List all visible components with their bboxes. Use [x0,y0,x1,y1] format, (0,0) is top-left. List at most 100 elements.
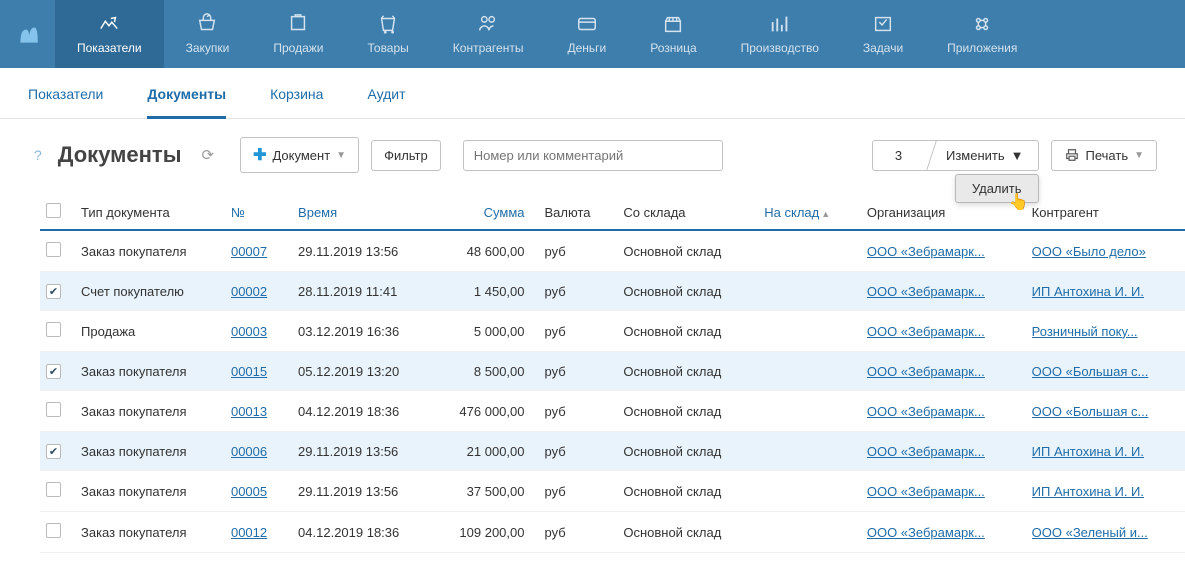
org-link[interactable]: ООО «Зебрамарк... [867,444,987,459]
col-sum[interactable]: Сумма [433,195,535,230]
top-nav: Показатели ЗакупкиПродажиТоварыКонтрагент… [0,0,1185,68]
counterparty-link[interactable]: Розничный поку... [1032,324,1152,339]
table-row[interactable]: Заказ покупателя0001204.12.2019 18:36109… [40,512,1185,553]
cell-type: Заказ покупателя [71,512,221,553]
counterparty-link[interactable]: ООО «Большая с... [1032,364,1152,379]
counterparty-link[interactable]: ИП Антохина И. И. [1032,484,1152,499]
col-from-warehouse[interactable]: Со склада [613,195,754,230]
table-row[interactable]: Заказ покупателя0001304.12.2019 18:36476… [40,391,1185,432]
subtab-3[interactable]: Аудит [367,86,405,118]
cell-time: 04.12.2019 18:36 [288,512,433,553]
nav-item-1[interactable]: Закупки [164,0,252,68]
cell-sum: 5 000,00 [433,311,535,352]
row-checkbox[interactable] [46,242,61,257]
search-input[interactable] [463,140,723,171]
nav-label: Розница [650,41,696,55]
nav-item-8[interactable]: Задачи [841,0,925,68]
delete-menu-item[interactable]: Удалить [955,174,1039,203]
subtab-1[interactable]: Документы [147,86,226,119]
row-checkbox[interactable] [46,322,61,337]
sub-tabs: Показатели Документы Корзина Аудит [0,68,1185,119]
filter-button[interactable]: Фильтр [371,140,441,171]
table-row[interactable]: Продажа0000303.12.2019 16:365 000,00рубО… [40,311,1185,352]
row-checkbox[interactable] [46,523,61,538]
subtab-2[interactable]: Корзина [270,86,323,118]
cell-time: 29.11.2019 13:56 [288,471,433,512]
doc-number-link[interactable]: 00003 [231,324,267,339]
print-button[interactable]: Печать ▼ [1051,140,1158,171]
cell-number: 00005 [221,471,288,512]
nav-item-0[interactable]: Показатели [55,0,164,68]
sort-indicator-icon: ▲ [821,209,830,219]
col-currency[interactable]: Валюта [535,195,614,230]
cell-to-warehouse [754,391,857,432]
table-row[interactable]: Счет покупателю0000228.11.2019 11:411 45… [40,272,1185,311]
org-link[interactable]: ООО «Зебрамарк... [867,284,987,299]
cell-from-warehouse: Основной склад [613,391,754,432]
nav-item-7[interactable]: Производство [719,0,841,68]
org-link[interactable]: ООО «Зебрамарк... [867,525,987,540]
caret-down-icon: ▼ [1011,148,1024,163]
org-link[interactable]: ООО «Зебрамарк... [867,244,987,259]
nav-label: Задачи [863,41,903,55]
doc-number-link[interactable]: 00013 [231,404,267,419]
selection-actions: 3 Изменить ▼ Удалить 👆 [872,140,1039,171]
col-number[interactable]: № [221,195,288,230]
refresh-icon[interactable]: ⟳ [202,146,215,164]
row-checkbox[interactable] [46,444,61,459]
cell-counterparty: ИП Антохина И. И. [1022,272,1185,311]
change-button[interactable]: Изменить ▼ [924,140,1039,171]
app-logo[interactable] [0,0,55,68]
cell-currency: руб [535,230,614,272]
counterparty-link[interactable]: ООО «Было дело» [1032,244,1152,259]
doc-number-link[interactable]: 00005 [231,484,267,499]
cell-sum: 1 450,00 [433,272,535,311]
select-all-checkbox[interactable] [46,203,61,218]
table-row[interactable]: Заказ покупателя0000529.11.2019 13:5637 … [40,471,1185,512]
table-row[interactable]: Заказ покупателя0000729.11.2019 13:5648 … [40,230,1185,272]
counterparty-link[interactable]: ООО «Большая с... [1032,404,1152,419]
counterparty-link[interactable]: ООО «Зеленый и... [1032,525,1152,540]
nav-icon [872,13,894,35]
col-to-warehouse[interactable]: На склад▲ [754,195,857,230]
org-link[interactable]: ООО «Зебрамарк... [867,324,987,339]
org-link[interactable]: ООО «Зебрамарк... [867,404,987,419]
cell-currency: руб [535,471,614,512]
nav-item-6[interactable]: Розница [628,0,718,68]
org-link[interactable]: ООО «Зебрамарк... [867,364,987,379]
nav-item-4[interactable]: Контрагенты [431,0,546,68]
nav-icon [477,13,499,35]
table-row[interactable]: Заказ покупателя0001505.12.2019 13:208 5… [40,352,1185,391]
new-document-button[interactable]: ✚ Документ ▼ [240,137,359,173]
plus-icon: ✚ [253,145,266,165]
nav-item-2[interactable]: Продажи [251,0,345,68]
doc-number-link[interactable]: 00007 [231,244,267,259]
doc-number-link[interactable]: 00012 [231,525,267,540]
nav-item-9[interactable]: Приложения [925,0,1039,68]
counterparty-link[interactable]: ИП Антохина И. И. [1032,444,1152,459]
row-checkbox[interactable] [46,364,61,379]
cell-counterparty: ИП Антохина И. И. [1022,432,1185,471]
nav-icon [377,13,399,35]
cell-sum: 48 600,00 [433,230,535,272]
org-link[interactable]: ООО «Зебрамарк... [867,484,987,499]
nav-item-3[interactable]: Товары [346,0,431,68]
nav-item-5[interactable]: Деньги [545,0,628,68]
counterparty-link[interactable]: ИП Антохина И. И. [1032,284,1152,299]
cell-from-warehouse: Основной склад [613,230,754,272]
row-checkbox[interactable] [46,402,61,417]
col-counterparty[interactable]: Контрагент [1022,195,1185,230]
table-row[interactable]: Заказ покупателя0000629.11.2019 13:5621 … [40,432,1185,471]
doc-number-link[interactable]: 00002 [231,284,267,299]
help-icon[interactable]: ? [34,147,42,163]
doc-number-link[interactable]: 00006 [231,444,267,459]
row-checkbox[interactable] [46,482,61,497]
doc-number-link[interactable]: 00015 [231,364,267,379]
print-label: Печать [1086,148,1129,163]
nav-label: Показатели [77,41,142,55]
row-checkbox[interactable] [46,284,61,299]
col-time[interactable]: Время [288,195,433,230]
cell-to-warehouse [754,311,857,352]
col-type[interactable]: Тип документа [71,195,221,230]
subtab-0[interactable]: Показатели [28,86,103,118]
